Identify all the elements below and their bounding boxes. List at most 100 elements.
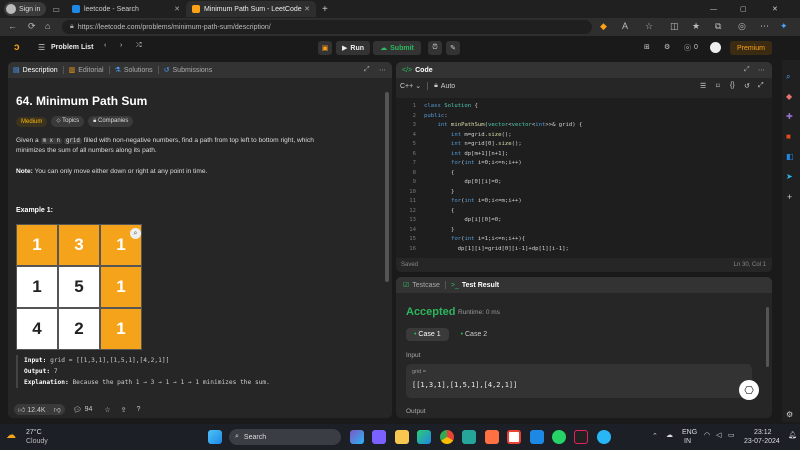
difficulty-badge[interactable]: Medium [16, 116, 48, 127]
whatsapp-icon[interactable] [552, 430, 566, 444]
tab-testcase[interactable]: ☑ Testcase [398, 281, 445, 290]
layout-icon[interactable]: ⊞ [644, 43, 650, 51]
sidebar-office-icon[interactable]: ■ [786, 132, 791, 141]
tab-submissions[interactable]: ↺ Submissions [159, 66, 218, 75]
next-problem-icon[interactable]: › [120, 42, 122, 49]
tab-solutions[interactable]: ⚗ Solutions [110, 66, 158, 75]
tab-actions-icon[interactable]: ▭ [52, 5, 60, 14]
sidebar-settings-icon[interactable]: ⚙ [786, 410, 793, 419]
debug-button[interactable]: ▣ [318, 41, 332, 55]
language-select[interactable]: C++ ⌄ [400, 82, 421, 90]
tab-description[interactable]: ▤ Description [8, 66, 63, 75]
more-icon[interactable]: ⋯ [758, 66, 765, 74]
share-icon[interactable]: ⇪ [121, 406, 127, 414]
more-icon[interactable]: ⋯ [379, 66, 386, 74]
sidebar-telegram-icon[interactable]: ➤ [786, 172, 793, 181]
comment-icon[interactable]: 💬︎ [73, 406, 82, 414]
language-indicator[interactable]: ENG [682, 429, 697, 436]
home-icon[interactable]: ⌂ [45, 21, 50, 31]
back-icon[interactable]: ← [8, 21, 17, 31]
problem-list-icon[interactable]: ☰ [38, 43, 45, 52]
sidebar-shopping-icon[interactable]: ◆ [786, 92, 792, 101]
sidebar-tools-icon[interactable]: ✚ [786, 112, 793, 121]
tab-search[interactable]: leetcode - Search ✕ [66, 1, 186, 17]
shuffle-icon[interactable]: ⤮ [136, 42, 142, 50]
submit-button[interactable]: ☁ Submit [373, 41, 421, 55]
run-button[interactable]: ▶ Run [336, 41, 370, 55]
help-icon[interactable]: ? [137, 406, 141, 413]
meet-icon[interactable] [372, 430, 386, 444]
thumbs-down-icon[interactable]: 👎︎ [49, 404, 65, 415]
case-1-tab[interactable]: • Case 1 [406, 328, 449, 341]
split-screen-icon[interactable]: ◫ [670, 21, 679, 32]
file-explorer-icon[interactable] [395, 430, 409, 444]
reset-icon[interactable]: ↺ [744, 82, 750, 90]
assistant-fab-icon[interactable]: ⎔ [739, 380, 759, 400]
collections-icon[interactable]: ⧉ [715, 21, 721, 32]
sidebar-outlook-icon[interactable]: ◧ [786, 152, 794, 161]
wifi-icon[interactable]: ◠ [704, 431, 710, 439]
note-button[interactable]: ✎ [446, 41, 460, 55]
url-input[interactable]: 🔒︎ https://leetcode.com/problems/minimum… [62, 20, 592, 34]
gmail-icon[interactable] [507, 430, 521, 444]
auto-label[interactable]: Auto [441, 83, 455, 90]
battery-icon[interactable]: ▭ [728, 431, 735, 439]
vscode-icon[interactable] [530, 430, 544, 444]
chrome-icon[interactable] [440, 430, 454, 444]
favorite-icon[interactable]: ☆ [645, 21, 653, 32]
case-2-tab[interactable]: • Case 2 [455, 328, 494, 341]
taskbar-search-input[interactable]: ⌕ Search [229, 429, 341, 445]
topics-button[interactable]: ⬦ Topics [51, 116, 85, 127]
clock-time[interactable]: 23:12 [754, 429, 772, 436]
minimize-button[interactable]: — [710, 6, 717, 13]
sidebar-add-icon[interactable]: + [787, 192, 792, 202]
chevron-up-icon[interactable]: ⌃ [652, 432, 658, 440]
read-aloud-icon[interactable]: A [622, 21, 628, 31]
bookmark-icon[interactable]: ⌑ [716, 82, 720, 90]
companies-button[interactable]: 🔒︎ Companies [88, 116, 134, 127]
copilot-taskbar-icon[interactable] [350, 430, 364, 444]
new-tab-button[interactable]: + [322, 4, 328, 15]
telegram-icon[interactable] [597, 430, 611, 444]
leetcode-logo-icon[interactable]: ↄ [14, 42, 20, 53]
menu-icon[interactable]: ⋯ [760, 21, 769, 32]
braces-icon[interactable]: {} [730, 82, 735, 89]
copilot-icon[interactable]: ✦ [780, 21, 788, 32]
signin-button[interactable]: Sign in [4, 2, 47, 16]
close-icon[interactable]: ✕ [304, 5, 310, 13]
profile-icon[interactable]: ◎ [738, 21, 746, 32]
photos-icon[interactable] [462, 430, 476, 444]
user-avatar[interactable] [710, 42, 721, 53]
app-a-icon[interactable] [574, 430, 588, 444]
format-icon[interactable]: ☰ [700, 82, 706, 90]
close-icon[interactable]: ✕ [174, 5, 180, 13]
thumbs-up-icon[interactable]: 👍︎ 12.4K [14, 404, 50, 415]
image-zoom-icon[interactable]: ⌕ [130, 228, 141, 239]
favorites-icon[interactable]: ★ [692, 21, 700, 32]
extension-icon[interactable]: ◆ [600, 21, 607, 32]
premium-button[interactable]: Premium [730, 41, 772, 55]
cloud-icon[interactable]: ☁ [666, 431, 673, 439]
sidebar-search-icon[interactable]: ⌕ [786, 72, 790, 82]
store-icon[interactable] [485, 430, 499, 444]
refresh-icon[interactable]: ⟳ [28, 21, 36, 32]
maximize-button[interactable]: ▢ [740, 5, 747, 13]
star-icon[interactable]: ☆ [104, 406, 110, 414]
code-editor[interactable]: 1 class Solution {2 public: 3 int minPathSu… [396, 98, 772, 258]
tab-test-result[interactable]: >_ Test Result [446, 282, 504, 289]
scrollbar[interactable] [766, 307, 769, 367]
close-window-button[interactable]: ✕ [772, 5, 778, 13]
problem-list-link[interactable]: Problem List [51, 44, 93, 51]
edge-icon[interactable] [417, 430, 431, 444]
settings-icon[interactable]: ⚙ [664, 43, 670, 51]
scrollbar[interactable] [385, 92, 389, 282]
start-icon[interactable] [208, 430, 222, 444]
tab-leetcode[interactable]: Minimum Path Sum - LeetCode ✕ [185, 1, 316, 17]
tab-editorial[interactable]: ▥ Editorial [64, 66, 109, 75]
notification-icon[interactable]: 🔔︎ [788, 431, 797, 439]
weather-icon[interactable]: ☁ [6, 430, 16, 441]
timer-button[interactable]: ⏰︎ [428, 41, 442, 55]
prev-problem-icon[interactable]: ‹ [104, 42, 106, 49]
expand-icon[interactable]: ⤢ [744, 66, 750, 74]
streak-icon[interactable]: ⓞ [684, 43, 691, 53]
